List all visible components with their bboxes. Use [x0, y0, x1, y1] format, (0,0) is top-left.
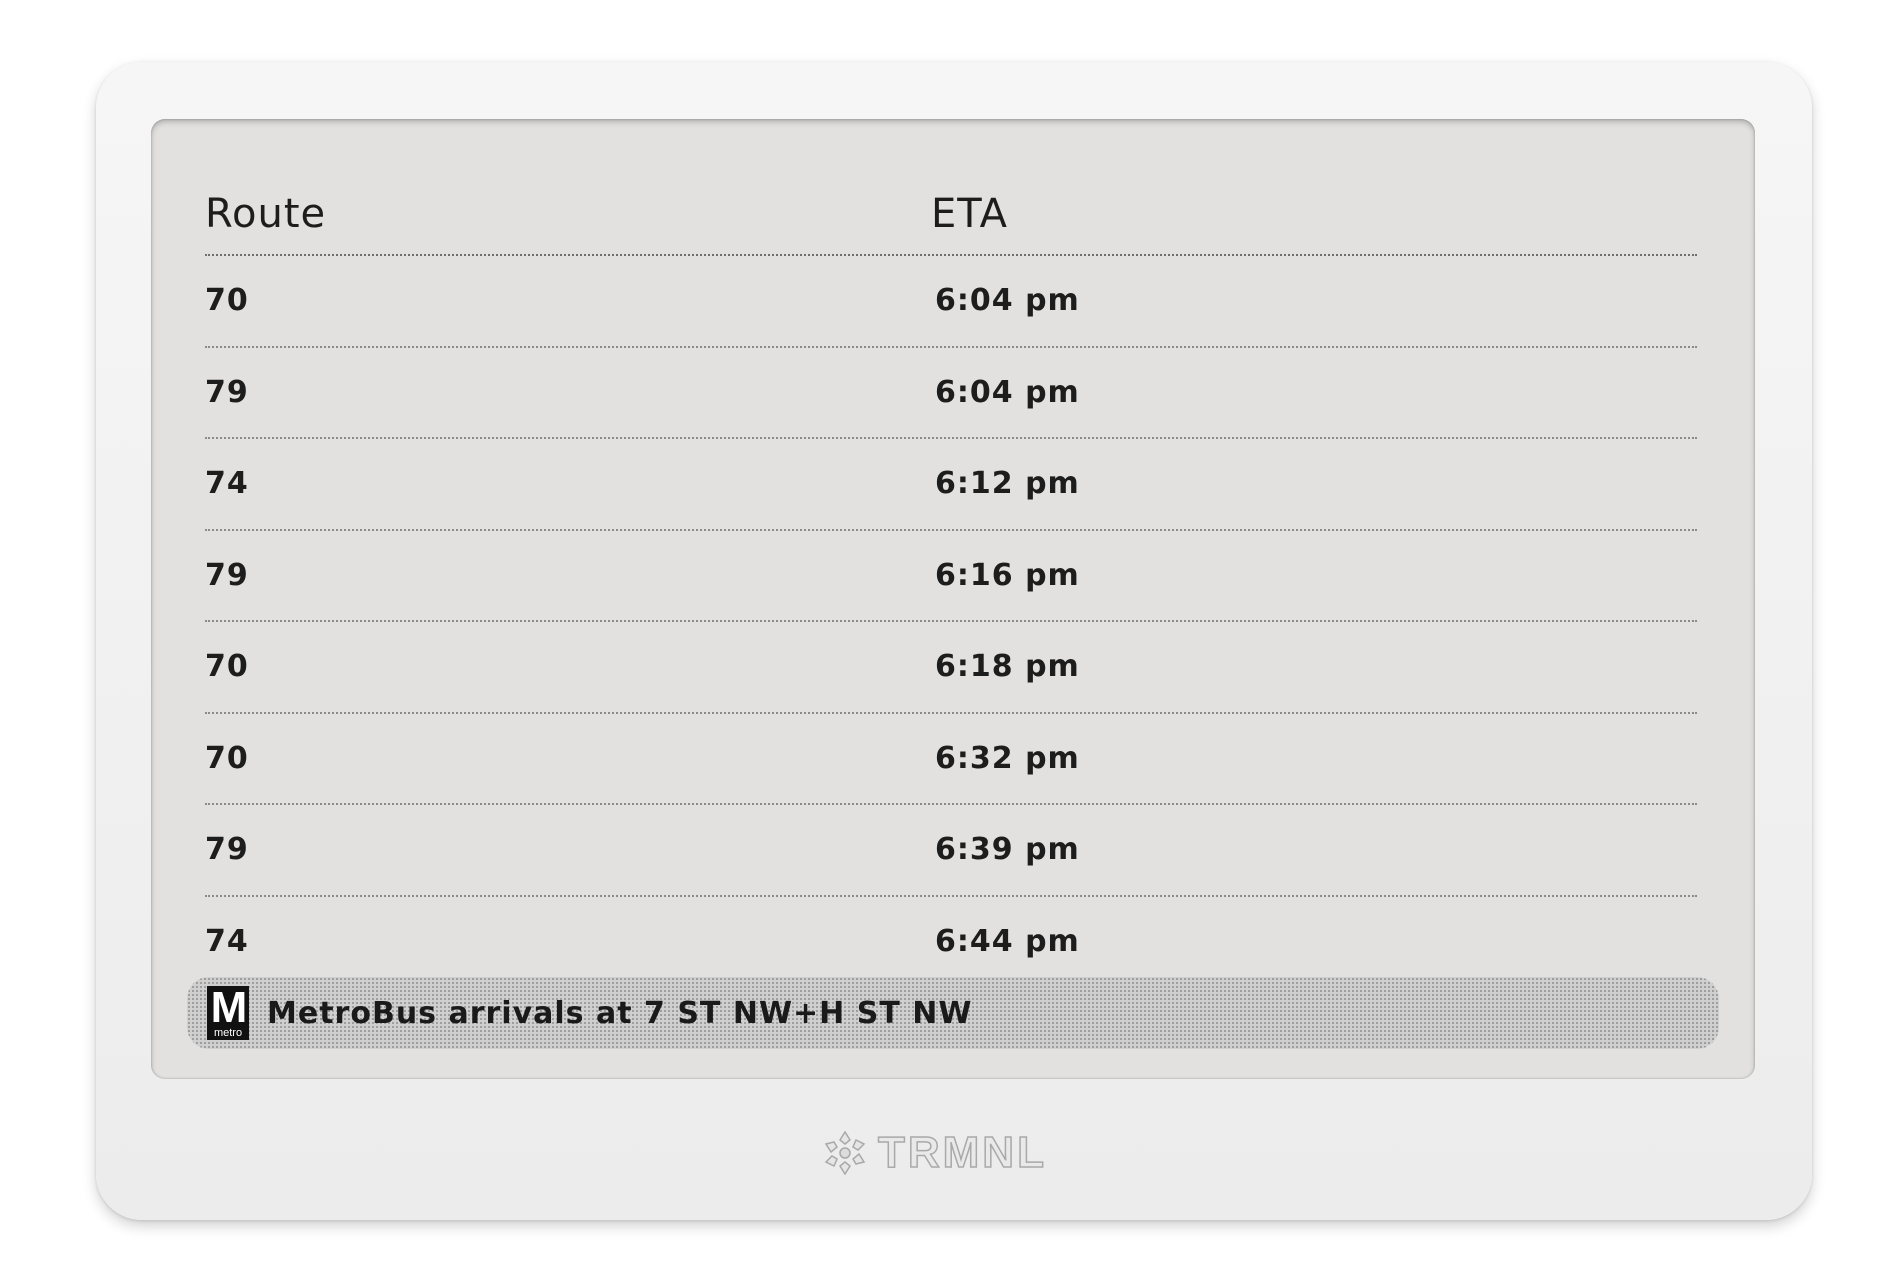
table-row: 79 6:04 pm: [205, 348, 1697, 439]
table-row: 70 6:18 pm: [205, 622, 1697, 714]
route-column-header: Route: [205, 191, 327, 237]
eta-cell: 6:16 pm: [935, 557, 1080, 593]
route-cell: 74: [205, 923, 249, 959]
table-header: Route ETA: [205, 174, 1697, 256]
route-cell: 79: [205, 374, 249, 410]
trmnl-device-frame: Route ETA 70 6:04 pm 79 6:04 pm 74 6:12 …: [96, 62, 1812, 1220]
eta-cell: 6:04 pm: [935, 374, 1080, 410]
route-cell: 70: [205, 649, 249, 685]
route-cell: 79: [205, 557, 249, 593]
eta-cell: 6:18 pm: [935, 649, 1080, 685]
title-bar-text: MetroBus arrivals at 7 ST NW+H ST NW: [267, 995, 973, 1031]
table-row: 74 6:12 pm: [205, 439, 1697, 531]
eta-cell: 6:44 pm: [935, 923, 1080, 959]
route-cell: 70: [205, 283, 249, 319]
table-row: 79 6:39 pm: [205, 805, 1697, 897]
table-row: 74 6:44 pm: [205, 897, 1697, 987]
arrivals-table: Route ETA 70 6:04 pm 79 6:04 pm 74 6:12 …: [205, 174, 1697, 986]
eta-cell: 6:32 pm: [935, 740, 1080, 776]
route-cell: 74: [205, 466, 249, 502]
route-cell: 79: [205, 832, 249, 868]
table-row: 70 6:32 pm: [205, 714, 1697, 805]
eink-screen: Route ETA 70 6:04 pm 79 6:04 pm 74 6:12 …: [151, 119, 1755, 1079]
eta-cell: 6:04 pm: [935, 283, 1080, 319]
table-row: 79 6:16 pm: [205, 531, 1697, 622]
metro-logo-subtext: metro: [213, 1027, 243, 1039]
title-bar: M metro MetroBus arrivals at 7 ST NW+H S…: [187, 977, 1719, 1049]
metro-logo-letter: M: [210, 986, 248, 1032]
eta-cell: 6:39 pm: [935, 832, 1080, 868]
trmnl-logo-icon: [824, 1130, 866, 1176]
brand-wordmark: TRMNL: [877, 1127, 1047, 1178]
route-cell: 70: [205, 740, 249, 776]
eta-cell: 6:12 pm: [935, 466, 1080, 502]
table-row: 70 6:04 pm: [205, 256, 1697, 348]
trmnl-brand: TRMNL: [820, 1127, 1047, 1178]
eta-column-header: ETA: [931, 191, 1008, 237]
metro-logo-icon: M metro: [207, 986, 249, 1040]
